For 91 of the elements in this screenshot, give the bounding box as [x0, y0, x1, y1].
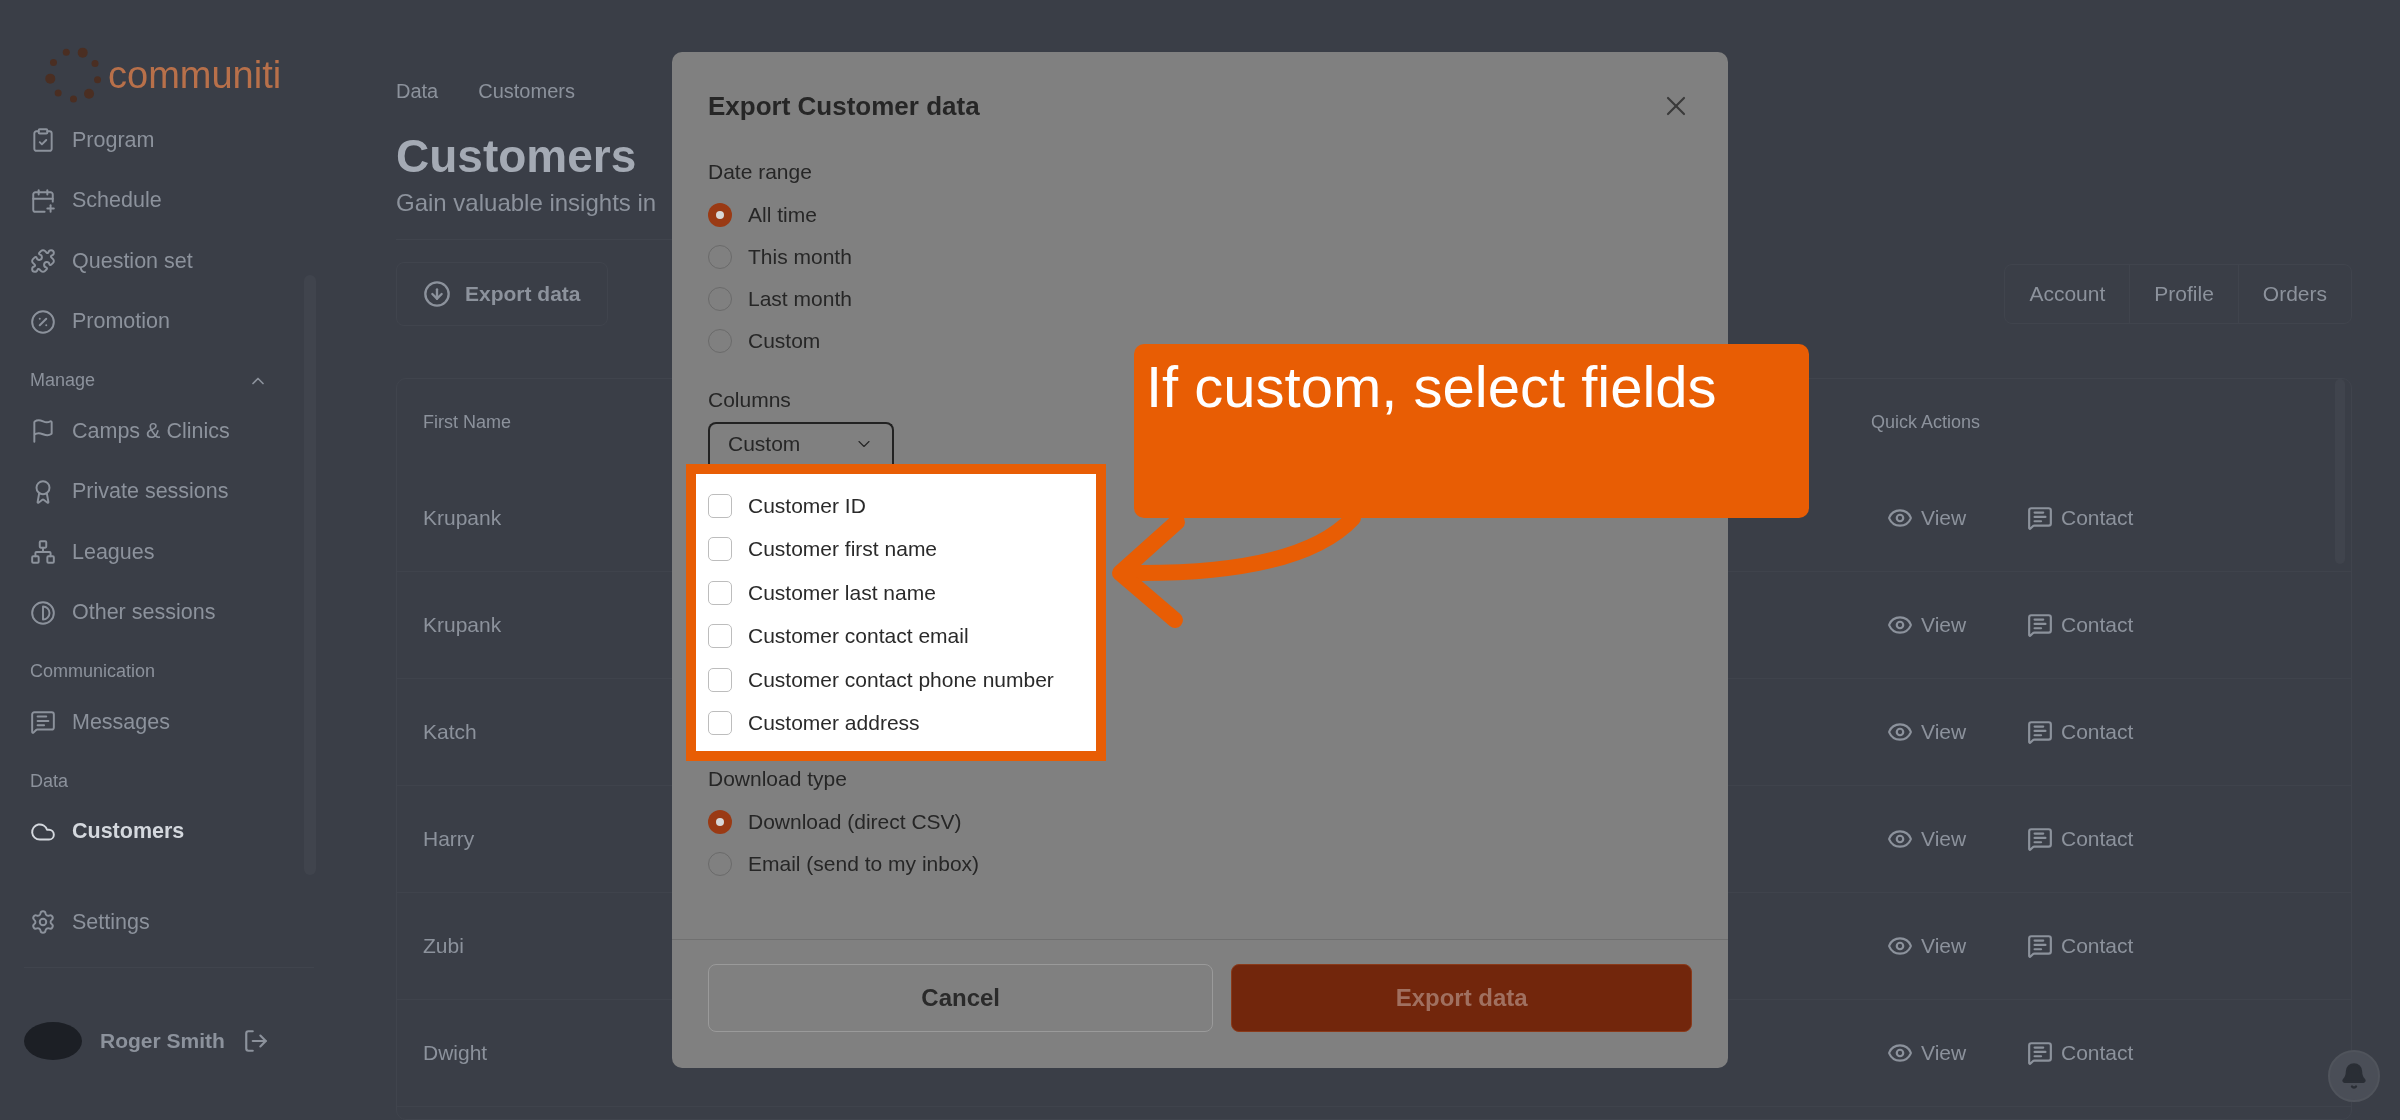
message-icon [2027, 1040, 2053, 1066]
contact-link[interactable]: Contact [2021, 1039, 2151, 1067]
callout-banner: If custom, select fields [1134, 344, 1809, 518]
view-link[interactable]: View [1881, 504, 2011, 532]
table-cell: Dwight [423, 1041, 488, 1064]
message-icon [30, 709, 56, 736]
checkbox-label: Customer address [748, 711, 920, 736]
table-cell: Harry [423, 827, 475, 850]
puzzle-icon [30, 248, 56, 275]
breadcrumb-link[interactable]: Customers [478, 80, 575, 103]
checkbox[interactable] [708, 493, 732, 518]
radio-button[interactable] [708, 203, 732, 227]
breadcrumb-link[interactable]: Data [396, 80, 439, 103]
checkbox-label: Customer last name [748, 580, 936, 605]
settings-icon [30, 909, 56, 936]
download-icon [423, 280, 451, 308]
nav-item[interactable]: Question set [24, 231, 320, 292]
message-icon [2027, 612, 2053, 638]
dialog-title: Export Customer data [708, 90, 980, 122]
page-subtitle: Gain valuable insights in [396, 189, 656, 217]
radio-label: Custom [748, 329, 821, 353]
nav-item[interactable]: Camps & Clinics [24, 401, 320, 462]
user-name: Roger Smith [100, 1028, 225, 1053]
view-link[interactable]: View [1881, 718, 2011, 746]
view-link[interactable]: View [1881, 825, 2011, 853]
checkbox-label: Customer first name [748, 537, 938, 562]
radio-label: All time [748, 203, 817, 227]
table-cell: Zubi [423, 934, 464, 957]
radio-label: Last month [748, 287, 852, 311]
calendar-icon [30, 187, 56, 214]
nav-item[interactable]: Private sessions [24, 461, 320, 522]
field-label: Columns [708, 388, 791, 412]
contact-link[interactable]: Contact [2021, 611, 2151, 639]
ring-logo-icon [44, 45, 104, 105]
message-icon [2027, 719, 2053, 745]
network-icon [30, 539, 56, 566]
nav-item[interactable]: Schedule [24, 170, 320, 231]
column-header: First Name [423, 411, 511, 432]
table-cell: Katch [423, 720, 477, 743]
contact-link[interactable]: Contact [2021, 504, 2151, 532]
cancel-button[interactable]: Cancel [708, 964, 1214, 1032]
percent-icon [30, 308, 56, 335]
nav-item[interactable]: Messages [24, 692, 320, 753]
bell-icon [2340, 1062, 2368, 1090]
export-button[interactable]: Export data [396, 262, 608, 326]
checkbox-label: Customer contact email [748, 624, 969, 649]
field-label: Download type [708, 767, 847, 791]
export-button[interactable]: Export data [1231, 964, 1692, 1032]
checkbox-label: Customer ID [748, 493, 866, 518]
view-link[interactable]: View [1881, 1039, 2011, 1067]
message-icon [2027, 826, 2053, 852]
logout-icon[interactable] [242, 1027, 269, 1054]
checkbox-label: Customer contact phone number [748, 667, 1054, 692]
notification-button[interactable] [2328, 1050, 2380, 1102]
nav-item[interactable]: Promotion [24, 291, 320, 352]
contact-link[interactable]: Contact [2021, 718, 2151, 746]
section-heading: Communication [30, 661, 156, 682]
nav-item[interactable]: Program [24, 110, 320, 171]
flag-icon [30, 418, 56, 445]
tab[interactable]: Account [2005, 265, 2130, 323]
checkbox[interactable] [708, 580, 732, 605]
brand-name: communiti [108, 53, 282, 97]
tab[interactable]: Orders [2237, 265, 2351, 323]
nav-item[interactable]: Leagues [24, 522, 320, 583]
message-icon [2027, 505, 2053, 531]
section-heading: Manage [30, 370, 96, 391]
field-label: Date range [708, 160, 812, 184]
radio-label: Download (direct CSV) [748, 810, 962, 834]
half-circle-icon [30, 599, 56, 626]
view-link[interactable]: View [1881, 611, 2011, 639]
radio-label: This month [748, 245, 852, 269]
checkbox[interactable] [708, 624, 732, 649]
checkbox[interactable] [708, 711, 732, 736]
radio-label: Email (send to my inbox) [748, 852, 980, 876]
radio-button[interactable] [708, 810, 732, 834]
column-header: Quick Actions [1871, 411, 1981, 433]
checkbox[interactable] [708, 537, 732, 562]
message-icon [2027, 933, 2053, 959]
page-title: Customers [396, 129, 637, 183]
checklist-icon [30, 127, 56, 154]
nav-item[interactable]: Customers [24, 801, 320, 862]
table-cell: Krupank [423, 613, 502, 636]
section-heading: Data [30, 770, 69, 792]
nav-item[interactable]: Settings [24, 892, 320, 953]
view-link[interactable]: View [1881, 932, 2011, 960]
contact-link[interactable]: Contact [2021, 825, 2151, 853]
nav-item[interactable]: Other sessions [24, 582, 320, 643]
contact-link[interactable]: Contact [2021, 932, 2151, 960]
checkbox[interactable] [708, 667, 732, 692]
tab[interactable]: Profile [2129, 265, 2238, 323]
table-cell: Krupank [423, 506, 502, 529]
